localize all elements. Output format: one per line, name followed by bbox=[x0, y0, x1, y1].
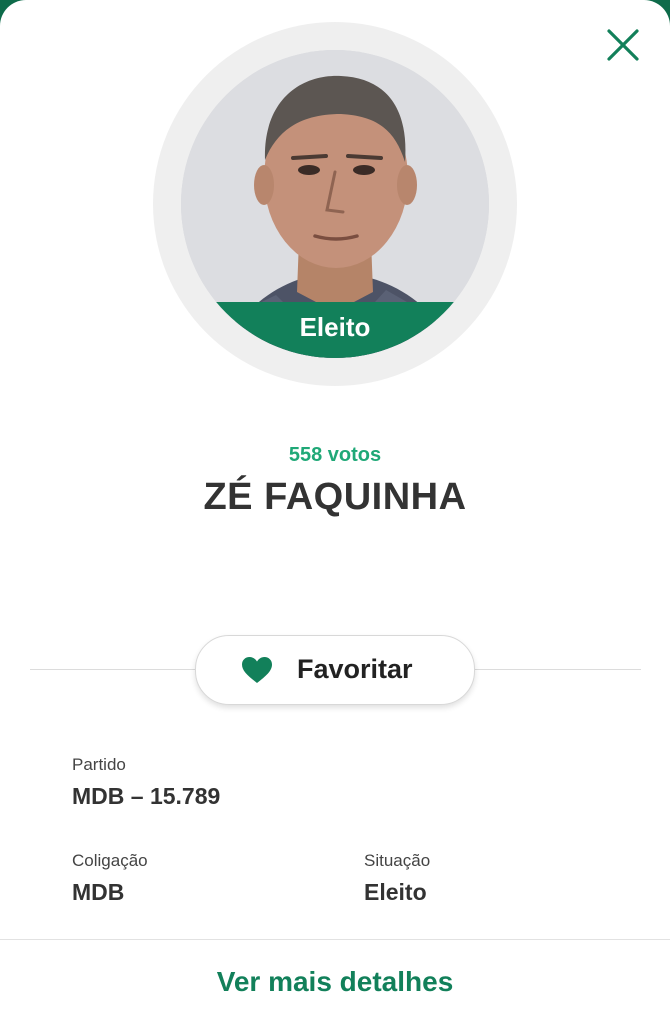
footer-divider bbox=[0, 939, 670, 940]
situacao-label: Situação bbox=[364, 851, 431, 870]
candidate-detail-sheet: Eleito 558 votos ZÉ FAQUINHA Favoritar P… bbox=[0, 0, 670, 1024]
coligacao-label: Coligação bbox=[72, 851, 148, 870]
details-link[interactable]: Ver mais detalhes bbox=[0, 966, 670, 998]
favorite-button[interactable]: Favoritar bbox=[195, 635, 475, 705]
coligacao-value: MDB bbox=[72, 879, 125, 905]
close-icon bbox=[607, 29, 639, 61]
partido-label: Partido bbox=[72, 755, 126, 774]
candidate-name: ZÉ FAQUINHA bbox=[203, 476, 467, 518]
favorite-label: Favoritar bbox=[297, 654, 413, 684]
heart-icon bbox=[242, 657, 272, 683]
votes-count: 558 votos bbox=[288, 444, 382, 466]
situacao-value: Eleito bbox=[364, 879, 427, 905]
close-button[interactable] bbox=[600, 26, 646, 66]
candidate-photo: Eleito bbox=[181, 50, 489, 358]
partido-value: MDB – 15.789 bbox=[72, 783, 221, 809]
status-badge: Eleito bbox=[181, 302, 489, 358]
